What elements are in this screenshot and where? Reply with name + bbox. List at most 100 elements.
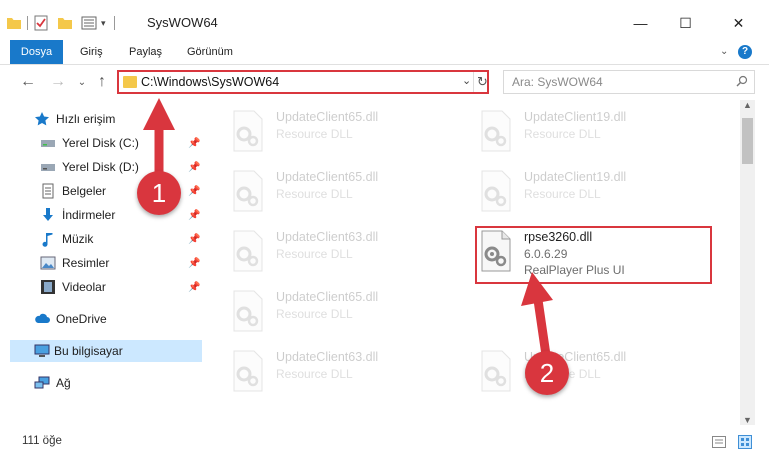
file-item[interactable]: UpdateClient65.dll Resource DLL	[478, 345, 708, 395]
pin-icon[interactable]: 📌	[188, 234, 200, 245]
file-item[interactable]: UpdateClient65.dll Resource DLL	[230, 165, 460, 215]
pin-icon[interactable]: 📌	[188, 282, 200, 293]
toolbar-divider	[113, 16, 115, 30]
scroll-down-icon[interactable]: ▼	[743, 415, 752, 425]
address-bar[interactable]: C:\Windows\SysWOW64 ⌄ ↻	[117, 70, 489, 94]
network-icon	[34, 376, 50, 389]
navigation-pane: Hızlı erişim Yerel Disk (C:) 📌 Yerel Dis…	[0, 100, 204, 420]
item-count: 111 öğe	[22, 435, 62, 447]
expand-ribbon-icon[interactable]: ⌄	[720, 46, 728, 57]
sidebar-item-local-disk-c[interactable]: Yerel Disk (C:) 📌	[0, 132, 204, 154]
file-highlight-box	[475, 226, 712, 284]
dll-file-icon	[233, 290, 263, 332]
scroll-up-icon[interactable]: ▲	[743, 100, 752, 110]
pin-icon[interactable]: 📌	[188, 210, 200, 221]
maximize-button[interactable]: ☐	[663, 9, 708, 37]
file-item[interactable]: UpdateClient65.dll Resource DLL	[230, 105, 460, 155]
file-type: Resource DLL	[524, 127, 601, 141]
file-item[interactable]: UpdateClient65.dll Resource DLL	[230, 285, 460, 335]
sidebar-item-quick-access[interactable]: Hızlı erişim	[0, 108, 204, 130]
folder-icon[interactable]	[6, 15, 22, 31]
step-1-badge: 1	[137, 171, 181, 215]
address-path[interactable]: C:\Windows\SysWOW64	[141, 75, 279, 89]
file-type: Resource DLL	[276, 307, 353, 321]
details-view-icon[interactable]	[712, 436, 726, 448]
sidebar-item-videos[interactable]: Videolar 📌	[0, 276, 204, 298]
toolbar-dropdown-icon[interactable]: ▾	[101, 18, 106, 29]
sidebar-item-label: Videolar	[62, 280, 106, 294]
tab-file[interactable]: Dosya	[10, 40, 63, 64]
dll-file-icon	[233, 230, 263, 272]
recent-locations-icon[interactable]: ⌄	[72, 72, 92, 92]
tab-share[interactable]: Paylaş	[121, 40, 170, 64]
star-icon	[35, 112, 49, 126]
tab-home[interactable]: Giriş	[72, 40, 111, 64]
file-name: UpdateClient65.dll	[276, 110, 379, 124]
pin-icon[interactable]: 📌	[188, 186, 200, 197]
pin-icon[interactable]: 📌	[188, 258, 200, 269]
pin-icon[interactable]: 📌	[188, 138, 200, 149]
file-type: Resource DLL	[276, 367, 353, 381]
drive-icon	[41, 164, 55, 171]
new-folder-icon[interactable]	[57, 15, 73, 31]
music-icon	[42, 233, 53, 247]
toolbar-divider	[27, 16, 28, 30]
view-options-icon[interactable]	[81, 15, 99, 31]
sidebar-item-label: Hızlı erişim	[56, 112, 116, 126]
sidebar-item-label: Ağ	[56, 376, 71, 390]
file-type: Resource DLL	[524, 187, 601, 201]
search-placeholder: Ara: SysWOW64	[512, 75, 603, 89]
file-type: Resource DLL	[276, 187, 353, 201]
videos-icon	[41, 280, 55, 294]
sidebar-item-music[interactable]: Müzik 📌	[0, 228, 204, 250]
file-name: UpdateClient63.dll	[276, 350, 379, 364]
sidebar-item-local-disk-d[interactable]: Yerel Disk (D:) 📌	[0, 156, 204, 178]
refresh-icon[interactable]: ↻	[473, 72, 491, 92]
search-icon[interactable]	[736, 75, 748, 87]
file-item[interactable]: UpdateClient19.dll Resource DLL	[478, 165, 708, 215]
tiles-view-icon[interactable]	[738, 435, 752, 449]
up-arrow-icon[interactable]: ↑	[92, 72, 112, 92]
file-name: UpdateClient19.dll	[524, 110, 627, 124]
dll-file-icon	[233, 350, 263, 392]
computer-icon	[34, 344, 50, 357]
file-item[interactable]: UpdateClient19.dll Resource DLL	[478, 105, 708, 155]
quick-access-toolbar: ▾	[6, 14, 115, 32]
file-item[interactable]: UpdateClient63.dll Resource DLL	[230, 345, 460, 395]
sidebar-item-label: Yerel Disk (D:)	[62, 160, 139, 174]
sidebar-item-network[interactable]: Ağ	[0, 372, 204, 394]
close-button[interactable]: ✕	[716, 9, 761, 37]
address-dropdown-icon[interactable]: ⌄	[462, 74, 471, 87]
forward-arrow-icon[interactable]: →	[48, 72, 68, 92]
status-bar: 111 öğe	[0, 430, 769, 454]
dll-file-icon	[233, 170, 263, 212]
sidebar-item-this-pc[interactable]: Bu bilgisayar	[10, 340, 202, 362]
dll-file-icon	[233, 110, 263, 152]
file-name: UpdateClient65.dll	[276, 170, 379, 184]
sidebar-item-label: İndirmeler	[62, 208, 116, 222]
file-item[interactable]: UpdateClient63.dll Resource DLL	[230, 225, 460, 275]
tab-view[interactable]: Görünüm	[179, 40, 241, 64]
sidebar-item-pictures[interactable]: Resimler 📌	[0, 252, 204, 274]
file-type: Resource DLL	[276, 127, 353, 141]
back-arrow-icon[interactable]: ←	[18, 72, 38, 92]
sidebar-item-label: OneDrive	[56, 312, 107, 326]
dll-file-icon	[481, 170, 511, 212]
dll-file-icon	[481, 350, 511, 392]
sidebar-item-onedrive[interactable]: OneDrive	[0, 308, 204, 330]
minimize-button[interactable]: —	[618, 9, 663, 37]
search-input[interactable]: Ara: SysWOW64	[503, 70, 755, 94]
properties-check-icon[interactable]	[33, 15, 49, 31]
folder-icon	[123, 76, 137, 88]
scrollbar-thumb[interactable]	[742, 118, 753, 164]
window-title: SysWOW64	[147, 15, 218, 30]
cloud-icon	[35, 313, 50, 323]
file-name: UpdateClient63.dll	[276, 230, 379, 244]
documents-icon	[42, 183, 54, 199]
help-icon[interactable]: ?	[738, 45, 752, 59]
pictures-icon	[40, 256, 56, 270]
pin-icon[interactable]: 📌	[188, 162, 200, 173]
sidebar-item-label: Belgeler	[62, 184, 107, 198]
vertical-scrollbar[interactable]: ▲ ▼	[740, 100, 755, 425]
file-name: UpdateClient65.dll	[276, 290, 379, 304]
